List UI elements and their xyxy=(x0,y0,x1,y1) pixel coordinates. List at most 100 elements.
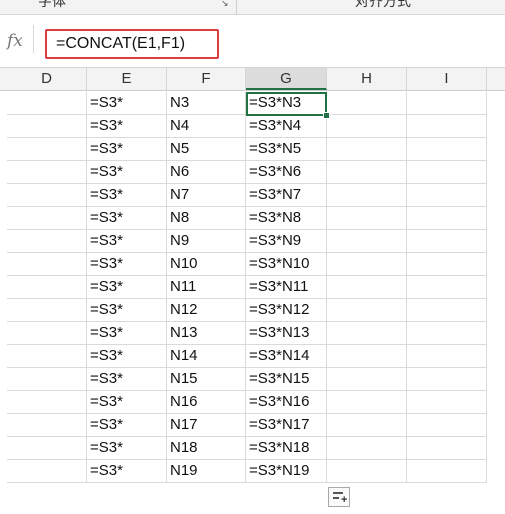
quick-analysis-icon[interactable]: + xyxy=(328,487,350,507)
cell-e[interactable]: =S3* xyxy=(87,207,167,230)
cell-g[interactable]: =S3*N9 xyxy=(246,230,327,253)
spreadsheet-grid[interactable]: DEFGHI =S3* N3 =S3*N3 =S3* N4 =S3*N4 =S3* N5 =S3… xyxy=(0,68,505,514)
cell-d[interactable] xyxy=(7,253,87,276)
cell-i[interactable] xyxy=(407,207,487,230)
cell-h[interactable] xyxy=(327,437,407,460)
cell-e[interactable]: =S3* xyxy=(87,299,167,322)
cell-e[interactable]: =S3* xyxy=(87,276,167,299)
cell-e[interactable]: =S3* xyxy=(87,368,167,391)
fill-handle[interactable] xyxy=(323,112,330,119)
cell-f[interactable]: N11 xyxy=(167,276,246,299)
function-icon[interactable]: fx xyxy=(7,31,23,51)
cell-g[interactable]: =S3*N14 xyxy=(246,345,327,368)
cell-h[interactable] xyxy=(327,368,407,391)
cell-g[interactable]: =S3*N17 xyxy=(246,414,327,437)
cell-i[interactable] xyxy=(407,161,487,184)
cell-i[interactable] xyxy=(407,437,487,460)
cell-i[interactable] xyxy=(407,299,487,322)
cell-f[interactable]: N5 xyxy=(167,138,246,161)
cell-e[interactable]: =S3* xyxy=(87,161,167,184)
column-header-i[interactable]: I xyxy=(407,68,487,90)
cell-d[interactable] xyxy=(7,230,87,253)
column-header-d[interactable]: D xyxy=(7,68,87,90)
cell-e[interactable]: =S3* xyxy=(87,92,167,115)
column-header-g[interactable]: G xyxy=(246,68,327,90)
cell-f[interactable]: N3 xyxy=(167,92,246,115)
cell-g[interactable]: =S3*N7 xyxy=(246,184,327,207)
cell-d[interactable] xyxy=(7,299,87,322)
cell-h[interactable] xyxy=(327,460,407,483)
cell-f[interactable]: N9 xyxy=(167,230,246,253)
cell-d[interactable] xyxy=(7,345,87,368)
cell-g[interactable]: =S3*N11 xyxy=(246,276,327,299)
cell-g[interactable]: =S3*N16 xyxy=(246,391,327,414)
cell-g[interactable]: =S3*N4 xyxy=(246,115,327,138)
cell-h[interactable] xyxy=(327,391,407,414)
cell-d[interactable] xyxy=(7,92,87,115)
cell-d[interactable] xyxy=(7,391,87,414)
cell-i[interactable] xyxy=(407,414,487,437)
cell-i[interactable] xyxy=(407,460,487,483)
cell-i[interactable] xyxy=(407,115,487,138)
cell-h[interactable] xyxy=(327,161,407,184)
cell-h[interactable] xyxy=(327,322,407,345)
cell-h[interactable] xyxy=(327,115,407,138)
cell-i[interactable] xyxy=(407,184,487,207)
cell-d[interactable] xyxy=(7,414,87,437)
cell-g[interactable]: =S3*N10 xyxy=(246,253,327,276)
cell-d[interactable] xyxy=(7,207,87,230)
cell-h[interactable] xyxy=(327,138,407,161)
cell-i[interactable] xyxy=(407,345,487,368)
dialog-launcher-icon[interactable]: ↘ xyxy=(221,0,231,8)
cell-g[interactable]: =S3*N18 xyxy=(246,437,327,460)
cell-i[interactable] xyxy=(407,391,487,414)
cell-d[interactable] xyxy=(7,138,87,161)
cell-f[interactable]: N4 xyxy=(167,115,246,138)
cell-h[interactable] xyxy=(327,253,407,276)
cell-e[interactable]: =S3* xyxy=(87,138,167,161)
cell-h[interactable] xyxy=(327,345,407,368)
cell-f[interactable]: N18 xyxy=(167,437,246,460)
cell-e[interactable]: =S3* xyxy=(87,391,167,414)
cell-g[interactable]: =S3*N8 xyxy=(246,207,327,230)
cell-d[interactable] xyxy=(7,322,87,345)
formula-input[interactable]: =CONCAT(E1,F1) xyxy=(45,29,219,59)
cell-f[interactable]: N14 xyxy=(167,345,246,368)
cell-d[interactable] xyxy=(7,437,87,460)
cell-f[interactable]: N10 xyxy=(167,253,246,276)
cell-h[interactable] xyxy=(327,299,407,322)
cell-g[interactable]: =S3*N13 xyxy=(246,322,327,345)
column-header-f[interactable]: F xyxy=(167,68,246,90)
cell-e[interactable]: =S3* xyxy=(87,115,167,138)
cell-f[interactable]: N17 xyxy=(167,414,246,437)
cell-i[interactable] xyxy=(407,253,487,276)
cell-d[interactable] xyxy=(7,368,87,391)
cell-i[interactable] xyxy=(407,276,487,299)
cell-i[interactable] xyxy=(407,368,487,391)
cell-i[interactable] xyxy=(407,92,487,115)
cell-f[interactable]: N8 xyxy=(167,207,246,230)
cell-g[interactable]: =S3*N6 xyxy=(246,161,327,184)
cell-e[interactable]: =S3* xyxy=(87,460,167,483)
cell-e[interactable]: =S3* xyxy=(87,414,167,437)
cell-e[interactable]: =S3* xyxy=(87,230,167,253)
cell-e[interactable]: =S3* xyxy=(87,253,167,276)
cell-g[interactable]: =S3*N12 xyxy=(246,299,327,322)
cell-g[interactable]: =S3*N5 xyxy=(246,138,327,161)
column-header-e[interactable]: E xyxy=(87,68,167,90)
cell-h[interactable] xyxy=(327,92,407,115)
cell-e[interactable]: =S3* xyxy=(87,322,167,345)
cell-e[interactable]: =S3* xyxy=(87,437,167,460)
cell-i[interactable] xyxy=(407,138,487,161)
cell-f[interactable]: N12 xyxy=(167,299,246,322)
cell-d[interactable] xyxy=(7,276,87,299)
cell-h[interactable] xyxy=(327,207,407,230)
cell-f[interactable]: N16 xyxy=(167,391,246,414)
cell-g[interactable]: =S3*N19 xyxy=(246,460,327,483)
cell-h[interactable] xyxy=(327,184,407,207)
cell-f[interactable]: N13 xyxy=(167,322,246,345)
cell-g[interactable]: =S3*N15 xyxy=(246,368,327,391)
cell-h[interactable] xyxy=(327,276,407,299)
cell-d[interactable] xyxy=(7,184,87,207)
cell-i[interactable] xyxy=(407,322,487,345)
